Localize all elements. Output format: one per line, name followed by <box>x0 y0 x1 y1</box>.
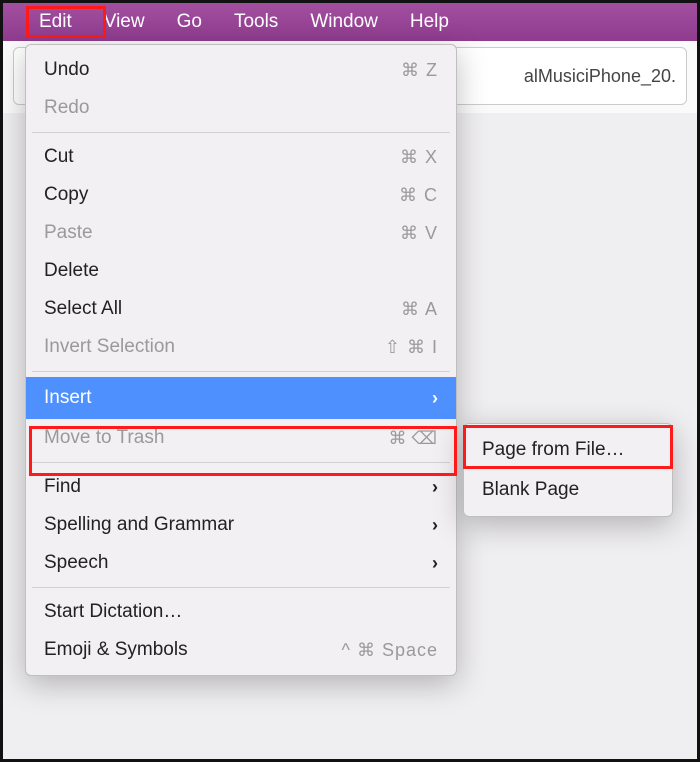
menu-item-insert[interactable]: Insert › <box>26 377 456 419</box>
menu-item-redo: Redo <box>26 89 456 127</box>
menu-item-delete[interactable]: Delete <box>26 252 456 290</box>
label: Start Dictation… <box>44 601 438 623</box>
chevron-right-icon: › <box>432 515 438 536</box>
menu-item-copy[interactable]: Copy ⌘ C <box>26 176 456 214</box>
menu-bar: Edit View Go Tools Window Help <box>3 3 697 41</box>
submenu-item-page-from-file[interactable]: Page from File… <box>464 430 672 470</box>
label: Move to Trash <box>44 427 389 449</box>
menu-item-start-dictation[interactable]: Start Dictation… <box>26 593 456 631</box>
menu-view[interactable]: View <box>88 3 161 41</box>
shortcut: ⌘ C <box>399 185 438 206</box>
chevron-right-icon: › <box>432 477 438 498</box>
menu-separator <box>32 371 450 372</box>
label: Redo <box>44 97 438 119</box>
label: Paste <box>44 222 400 244</box>
document-tab-title: alMusiciPhone_20. <box>524 66 676 87</box>
label: Select All <box>44 298 401 320</box>
menu-item-select-all[interactable]: Select All ⌘ A <box>26 290 456 328</box>
label: Spelling and Grammar <box>44 514 432 536</box>
menu-tools[interactable]: Tools <box>218 3 294 41</box>
label: Find <box>44 476 432 498</box>
edit-menu-dropdown: Undo ⌘ Z Redo Cut ⌘ X Copy ⌘ C Paste ⌘ V… <box>25 44 457 676</box>
label: Page from File… <box>482 439 625 461</box>
label: Undo <box>44 59 401 81</box>
label: Copy <box>44 184 399 206</box>
menu-window[interactable]: Window <box>294 3 394 41</box>
insert-submenu: Page from File… Blank Page <box>463 423 673 517</box>
label: Insert <box>44 387 432 409</box>
menu-item-undo[interactable]: Undo ⌘ Z <box>26 51 456 89</box>
label: Invert Selection <box>44 336 385 358</box>
label: Delete <box>44 260 438 282</box>
shortcut: ⌘ V <box>400 223 438 244</box>
shortcut: ⌘ X <box>400 147 438 168</box>
menu-item-emoji-symbols[interactable]: Emoji & Symbols ^ ⌘ Space <box>26 631 456 669</box>
shortcut: ⌘ A <box>401 299 438 320</box>
menu-separator <box>32 132 450 133</box>
shortcut: ^ ⌘ Space <box>342 640 439 661</box>
chevron-right-icon: › <box>432 388 438 409</box>
chevron-right-icon: › <box>432 553 438 574</box>
menu-separator <box>32 587 450 588</box>
submenu-item-blank-page[interactable]: Blank Page <box>464 470 672 510</box>
menu-item-cut[interactable]: Cut ⌘ X <box>26 138 456 176</box>
menu-item-paste: Paste ⌘ V <box>26 214 456 252</box>
menu-item-find[interactable]: Find › <box>26 468 456 506</box>
menu-separator <box>32 462 450 463</box>
menu-item-speech[interactable]: Speech › <box>26 544 456 582</box>
menu-go[interactable]: Go <box>161 3 218 41</box>
label: Speech <box>44 552 432 574</box>
shortcut: ⌘ Z <box>401 60 438 81</box>
menu-item-spelling-grammar[interactable]: Spelling and Grammar › <box>26 506 456 544</box>
label: Cut <box>44 146 400 168</box>
menu-item-move-to-trash: Move to Trash ⌘ ⌫ <box>26 419 456 457</box>
menu-item-invert-selection: Invert Selection ⇧ ⌘ I <box>26 328 456 366</box>
label: Blank Page <box>482 479 579 501</box>
shortcut: ⇧ ⌘ I <box>385 337 438 358</box>
menu-edit[interactable]: Edit <box>23 3 88 41</box>
delete-key-icon: ⌫ <box>412 428 438 449</box>
shortcut: ⌘ <box>389 428 408 449</box>
label: Emoji & Symbols <box>44 639 342 661</box>
menu-help[interactable]: Help <box>394 3 465 41</box>
